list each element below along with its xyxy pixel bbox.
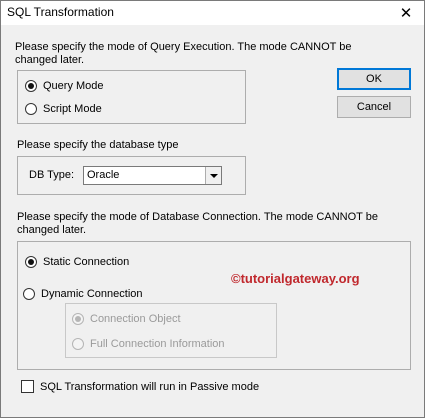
passive-mode-label: SQL Transformation will run in Passive m… (40, 380, 260, 393)
static-connection-option[interactable]: Static Connection (25, 256, 129, 268)
dynamic-connection-subgroup: Connection Object Full Connection Inform… (65, 303, 277, 358)
db-type-value: Oracle (87, 169, 120, 181)
connection-mode-description: Please specify the mode of Database Conn… (17, 211, 378, 236)
dynamic-connection-option[interactable]: Dynamic Connection (23, 288, 143, 300)
connection-object-label: Connection Object (90, 313, 181, 325)
query-mode-option[interactable]: Query Mode (25, 80, 104, 92)
watermark-text: ©tutorialgateway.org (231, 271, 360, 286)
window-title: SQL Transformation (7, 5, 114, 19)
script-mode-option[interactable]: Script Mode (25, 103, 102, 115)
dynamic-connection-radio[interactable] (23, 288, 35, 300)
static-connection-label: Static Connection (43, 256, 130, 268)
close-icon[interactable]: ✕ (388, 1, 424, 25)
script-mode-label: Script Mode (43, 103, 102, 115)
connection-mode-group: Static Connection Dynamic Connection Con… (17, 241, 411, 370)
execution-mode-group: Query Mode Script Mode (17, 70, 246, 124)
cancel-button[interactable]: Cancel (337, 96, 411, 118)
full-connection-info-label: Full Connection Information (90, 338, 225, 350)
connection-object-option: Connection Object (72, 313, 181, 325)
full-connection-info-option: Full Connection Information (72, 338, 225, 350)
execution-mode-description: Please specify the mode of Query Executi… (15, 41, 352, 66)
query-mode-label: Query Mode (43, 80, 104, 92)
ok-button[interactable]: OK (337, 68, 411, 90)
static-connection-radio[interactable] (25, 256, 37, 268)
passive-mode-option[interactable]: SQL Transformation will run in Passive m… (21, 380, 259, 393)
dropdown-arrow-icon[interactable] (205, 167, 221, 184)
script-mode-radio[interactable] (25, 103, 37, 115)
db-type-label: DB Type: (29, 169, 75, 181)
passive-mode-checkbox[interactable] (21, 380, 34, 393)
database-type-description: Please specify the database type (17, 139, 179, 151)
connection-object-radio (72, 313, 84, 325)
db-type-select[interactable]: Oracle (83, 166, 222, 185)
sql-transformation-dialog: SQL Transformation ✕ Please specify the … (0, 0, 425, 418)
full-connection-info-radio (72, 338, 84, 350)
dynamic-connection-label: Dynamic Connection (41, 288, 143, 300)
query-mode-radio[interactable] (25, 80, 37, 92)
title-bar: SQL Transformation ✕ (1, 1, 424, 25)
